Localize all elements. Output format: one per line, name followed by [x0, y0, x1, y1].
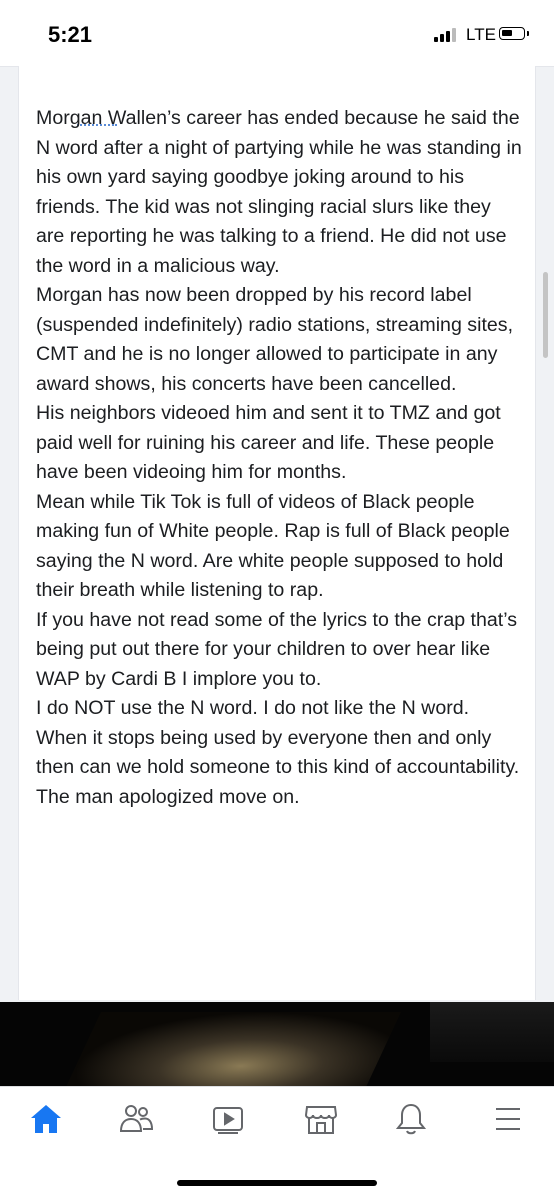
- video-frame-highlight: [59, 1012, 401, 1086]
- post-paragraph: I do NOT use the N word. I do not like t…: [36, 697, 520, 808]
- notifications-icon: [395, 1103, 427, 1135]
- tab-watch[interactable]: [198, 1097, 258, 1141]
- tab-menu[interactable]: [478, 1097, 538, 1141]
- tab-notifications[interactable]: [381, 1097, 441, 1141]
- tab-home[interactable]: [16, 1097, 76, 1141]
- home-icon: [31, 1105, 61, 1133]
- video-preview[interactable]: [0, 1002, 554, 1086]
- post-paragraph: If you have not read some of the lyrics …: [36, 608, 518, 690]
- post-paragraph: Mean while Tik Tok is full of videos of …: [36, 490, 510, 602]
- tab-marketplace[interactable]: [291, 1097, 351, 1141]
- status-time: 5:21: [48, 22, 93, 47]
- status-bar: 5:21 LTE: [0, 0, 554, 67]
- watch-icon: [213, 1107, 243, 1134]
- post-paragraph: His neighbors videoed him and sent it to…: [36, 402, 501, 483]
- tab-friends[interactable]: [106, 1097, 166, 1141]
- post-paragraph: Morgan has now been dropped by his recor…: [36, 284, 514, 395]
- network-type: LTE: [466, 25, 496, 44]
- menu-icon: [496, 1108, 520, 1130]
- post-card: Morgan Wallen’s career has ended because…: [18, 66, 536, 1000]
- marketplace-icon: [304, 1106, 338, 1134]
- battery-icon: [499, 27, 529, 40]
- home-indicator[interactable]: [177, 1180, 377, 1186]
- friends-icon: [119, 1105, 154, 1132]
- scrollbar[interactable]: [543, 272, 548, 358]
- post-paragraph: Morgan Wallen’s career has ended because…: [36, 107, 522, 277]
- signal-strength-icon: [434, 28, 464, 42]
- post-body: Morgan Wallen’s career has ended because…: [36, 104, 522, 812]
- video-frame-shadow: [430, 1002, 554, 1062]
